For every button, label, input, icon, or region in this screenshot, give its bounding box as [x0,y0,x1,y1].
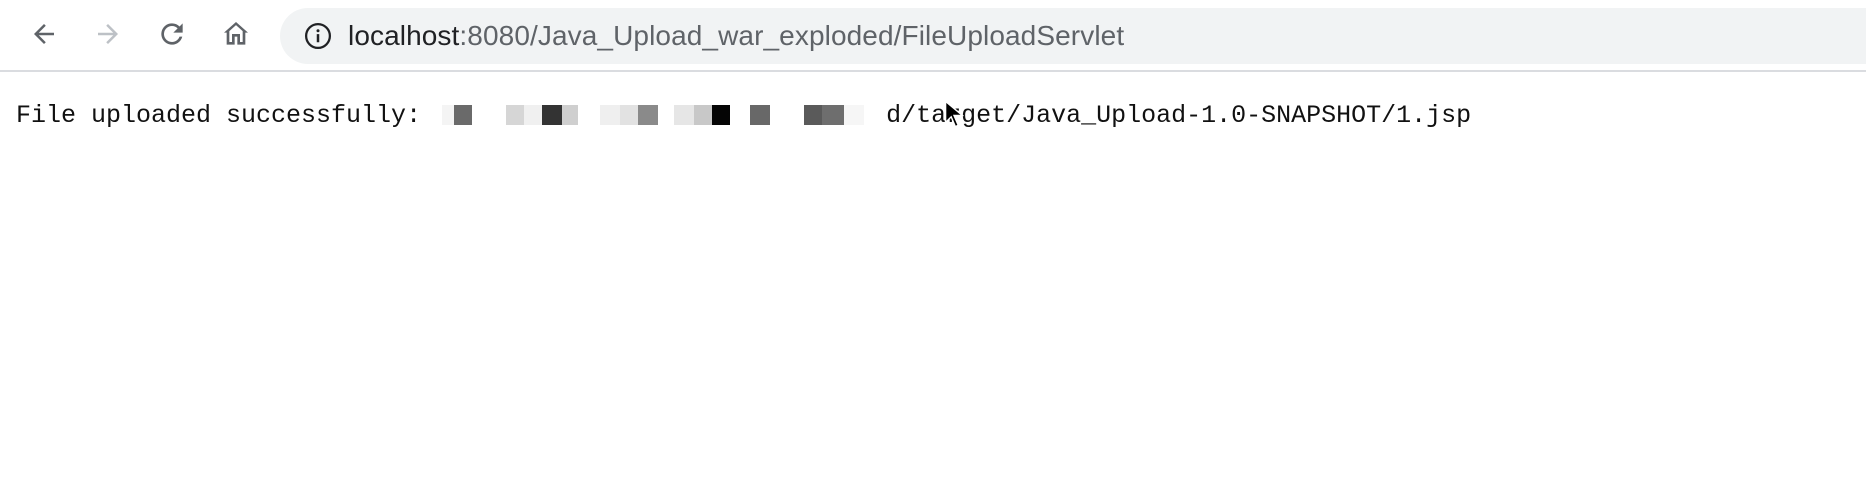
home-icon [220,18,252,50]
back-button[interactable] [22,12,66,56]
reload-button[interactable] [150,12,194,56]
arrow-left-icon [29,19,59,49]
reload-icon [156,18,188,50]
info-icon[interactable] [302,20,334,52]
redacted-path-mosaic [442,100,885,130]
home-button[interactable] [214,12,258,56]
page-content: File uploaded successfully: d/target/Jav… [16,100,1471,130]
url-path: :8080/Java_Upload_war_exploded/FileUploa… [459,20,1125,51]
arrow-right-icon [93,19,123,49]
browser-toolbar: localhost:8080/Java_Upload_war_exploded/… [0,0,1866,72]
upload-message-path: d/target/Java_Upload-1.0-SNAPSHOT/1.jsp [886,100,1472,130]
address-bar[interactable]: localhost:8080/Java_Upload_war_exploded/… [280,8,1866,64]
url-host: localhost [348,20,460,51]
mouse-pointer-icon [944,99,965,133]
url-text[interactable]: localhost:8080/Java_Upload_war_exploded/… [348,20,1124,52]
upload-message-prefix: File uploaded successfully: [16,100,437,130]
forward-button[interactable] [86,12,130,56]
